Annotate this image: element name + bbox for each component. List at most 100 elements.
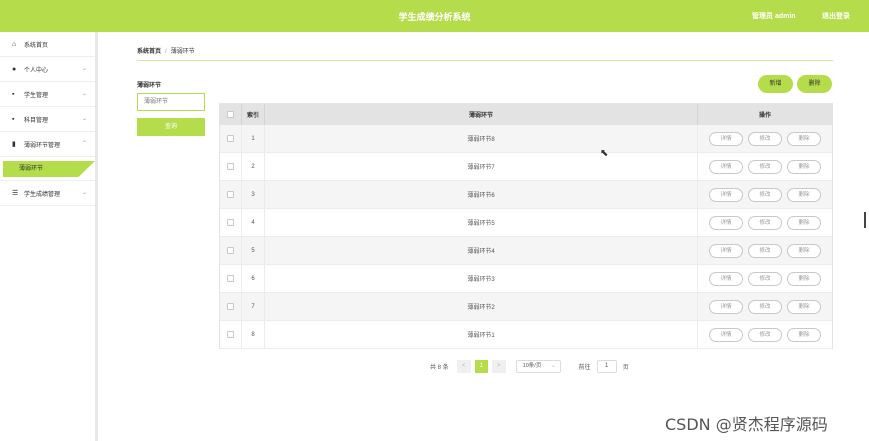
grid-icon: ▪ — [12, 90, 15, 98]
chevron-down-icon: ⌄ — [551, 362, 556, 369]
logout-button[interactable]: 退出登录 — [822, 11, 850, 21]
row-weak-point-name: 薄弱环节8 — [265, 125, 698, 152]
detail-button[interactable]: 详情 — [709, 187, 743, 202]
chevron-down-icon: ⌄ — [81, 116, 87, 122]
sidebar-subitem-weak-points[interactable]: 薄弱环节 — [3, 161, 95, 177]
add-button[interactable]: 新增 — [758, 75, 793, 93]
row-checkbox[interactable] — [227, 219, 234, 226]
edit-button[interactable]: 修改 — [748, 243, 782, 258]
delete-button[interactable]: 删除 — [787, 131, 821, 146]
sidebar-item-subjects[interactable]: ▪ 科目管理 ⌄ — [0, 107, 95, 132]
table-body: 1 薄弱环节8 详情 修改 删除 2 薄弱环节7 详情 修改 删除 3 薄弱环节6 详情 修改 删除 4 薄弱环… — [220, 125, 832, 349]
row-weak-point-name: 薄弱环节6 — [265, 181, 698, 208]
detail-button[interactable]: 详情 — [709, 327, 743, 342]
search-button[interactable]: 查询 — [137, 118, 205, 136]
row-actions: 详情 修改 删除 — [698, 293, 832, 320]
row-actions: 详情 修改 删除 — [698, 237, 832, 264]
table-row: 7 薄弱环节2 详情 修改 删除 — [220, 293, 832, 321]
breadcrumb: 系统首页 / 薄弱环节 — [137, 46, 195, 55]
delete-button[interactable]: 删除 — [787, 159, 821, 174]
row-checkbox[interactable] — [227, 191, 234, 198]
row-actions: 详情 修改 删除 — [698, 125, 832, 152]
next-page-button[interactable]: > — [491, 359, 506, 373]
detail-button[interactable]: 详情 — [709, 243, 743, 258]
row-index: 3 — [242, 181, 265, 208]
column-header-weak-point: 薄弱环节 — [265, 104, 698, 125]
sidebar-item-home[interactable]: ⌂ 系统首页 — [0, 32, 95, 57]
row-checkbox[interactable] — [227, 247, 234, 254]
table-header: 索引 薄弱环节 操作 — [220, 104, 832, 125]
bar-chart-icon: ▮ — [12, 141, 16, 148]
delete-button[interactable]: 删除 — [787, 243, 821, 258]
row-index: 7 — [242, 293, 265, 320]
row-actions: 详情 修改 删除 — [698, 265, 832, 292]
breadcrumb-home[interactable]: 系统首页 — [137, 49, 161, 55]
submenu: 薄弱环节 — [0, 157, 95, 181]
edit-button[interactable]: 修改 — [748, 215, 782, 230]
edit-button[interactable]: 修改 — [748, 131, 782, 146]
edit-button[interactable]: 修改 — [748, 159, 782, 174]
grid-icon: ▪ — [12, 115, 15, 123]
breadcrumb-current: 薄弱环节 — [170, 49, 195, 55]
sidebar-item-students[interactable]: ▪ 学生管理 ⌄ — [0, 82, 95, 107]
detail-button[interactable]: 详情 — [709, 159, 743, 174]
sidebar-item-profile[interactable]: ● 个人中心 ⌄ — [0, 57, 95, 82]
row-weak-point-name: 薄弱环节5 — [265, 209, 698, 236]
goto-label: 前往 — [578, 364, 591, 371]
edit-button[interactable]: 修改 — [748, 271, 782, 286]
row-checkbox[interactable] — [227, 331, 234, 338]
row-index: 6 — [242, 265, 265, 292]
detail-button[interactable]: 详情 — [709, 299, 743, 314]
row-checkbox[interactable] — [227, 135, 234, 142]
table-row: 6 薄弱环节3 详情 修改 删除 — [220, 265, 832, 293]
mouse-cursor-icon: ⬉ — [600, 148, 609, 159]
breadcrumb-separator: / — [165, 49, 167, 55]
chevron-up-icon: ⌃ — [81, 141, 87, 147]
scrollbar-marker[interactable] — [864, 212, 866, 228]
row-checkbox[interactable] — [227, 163, 234, 170]
detail-button[interactable]: 详情 — [709, 131, 743, 146]
row-weak-point-name: 薄弱环节4 — [265, 237, 698, 264]
sidebar-item-label: 学生管理 — [24, 92, 49, 99]
edit-button[interactable]: 修改 — [748, 327, 782, 342]
table-row: 4 薄弱环节5 详情 修改 删除 — [220, 209, 832, 237]
user-icon: ● — [12, 65, 17, 73]
detail-button[interactable]: 详情 — [709, 271, 743, 286]
row-actions: 详情 修改 删除 — [698, 153, 832, 180]
current-page-button[interactable]: 1 — [474, 359, 488, 373]
filter-label: 薄弱环节 — [137, 83, 162, 89]
delete-button[interactable]: 删除 — [787, 327, 821, 342]
top-header-bar: 学生成绩分析系统 管理员 admin 退出登录 — [0, 0, 869, 32]
pagination-total: 共 8 条 — [430, 364, 449, 371]
delete-button[interactable]: 删除 — [787, 299, 821, 314]
select-all-checkbox[interactable] — [227, 111, 234, 118]
page-size-select[interactable]: 10条/页 ⌄ — [515, 359, 561, 373]
detail-button[interactable]: 详情 — [709, 215, 743, 230]
table-row: 8 薄弱环节1 详情 修改 删除 — [220, 321, 832, 349]
row-checkbox[interactable] — [227, 275, 234, 282]
sidebar-item-scores[interactable]: ☰ 学生成绩管理 ⌄ — [0, 181, 95, 206]
data-table: 索引 薄弱环节 操作 1 薄弱环节8 详情 修改 删除 2 薄弱环节7 详情 修改 删除 3 薄弱环节… — [219, 103, 833, 349]
row-index: 8 — [242, 321, 265, 348]
sidebar-item-weak-points[interactable]: ▮ 薄弱环节管理 ⌃ — [0, 132, 95, 157]
chevron-down-icon: ⌄ — [81, 66, 87, 72]
prev-page-button[interactable]: < — [456, 359, 471, 373]
row-checkbox[interactable] — [227, 303, 234, 310]
delete-button[interactable]: 删除 — [787, 271, 821, 286]
row-index: 4 — [242, 209, 265, 236]
edit-button[interactable]: 修改 — [748, 187, 782, 202]
weak-point-search-input[interactable] — [137, 93, 205, 111]
edit-button[interactable]: 修改 — [748, 299, 782, 314]
delete-button[interactable]: 删除 — [787, 187, 821, 202]
delete-button[interactable]: 删除 — [787, 215, 821, 230]
row-actions: 详情 修改 删除 — [698, 181, 832, 208]
bulk-delete-button[interactable]: 删除 — [797, 75, 832, 93]
breadcrumb-divider — [137, 60, 833, 61]
goto-page-input[interactable]: 1 — [596, 359, 617, 373]
pagination: 共 8 条 < 1 > 10条/页 ⌄ 前往 1 页 — [430, 359, 629, 373]
row-weak-point-name: 薄弱环节3 — [265, 265, 698, 292]
row-index: 5 — [242, 237, 265, 264]
row-index: 1 — [242, 125, 265, 152]
row-actions: 详情 修改 删除 — [698, 209, 832, 236]
sidebar-item-label: 系统首页 — [24, 42, 49, 49]
